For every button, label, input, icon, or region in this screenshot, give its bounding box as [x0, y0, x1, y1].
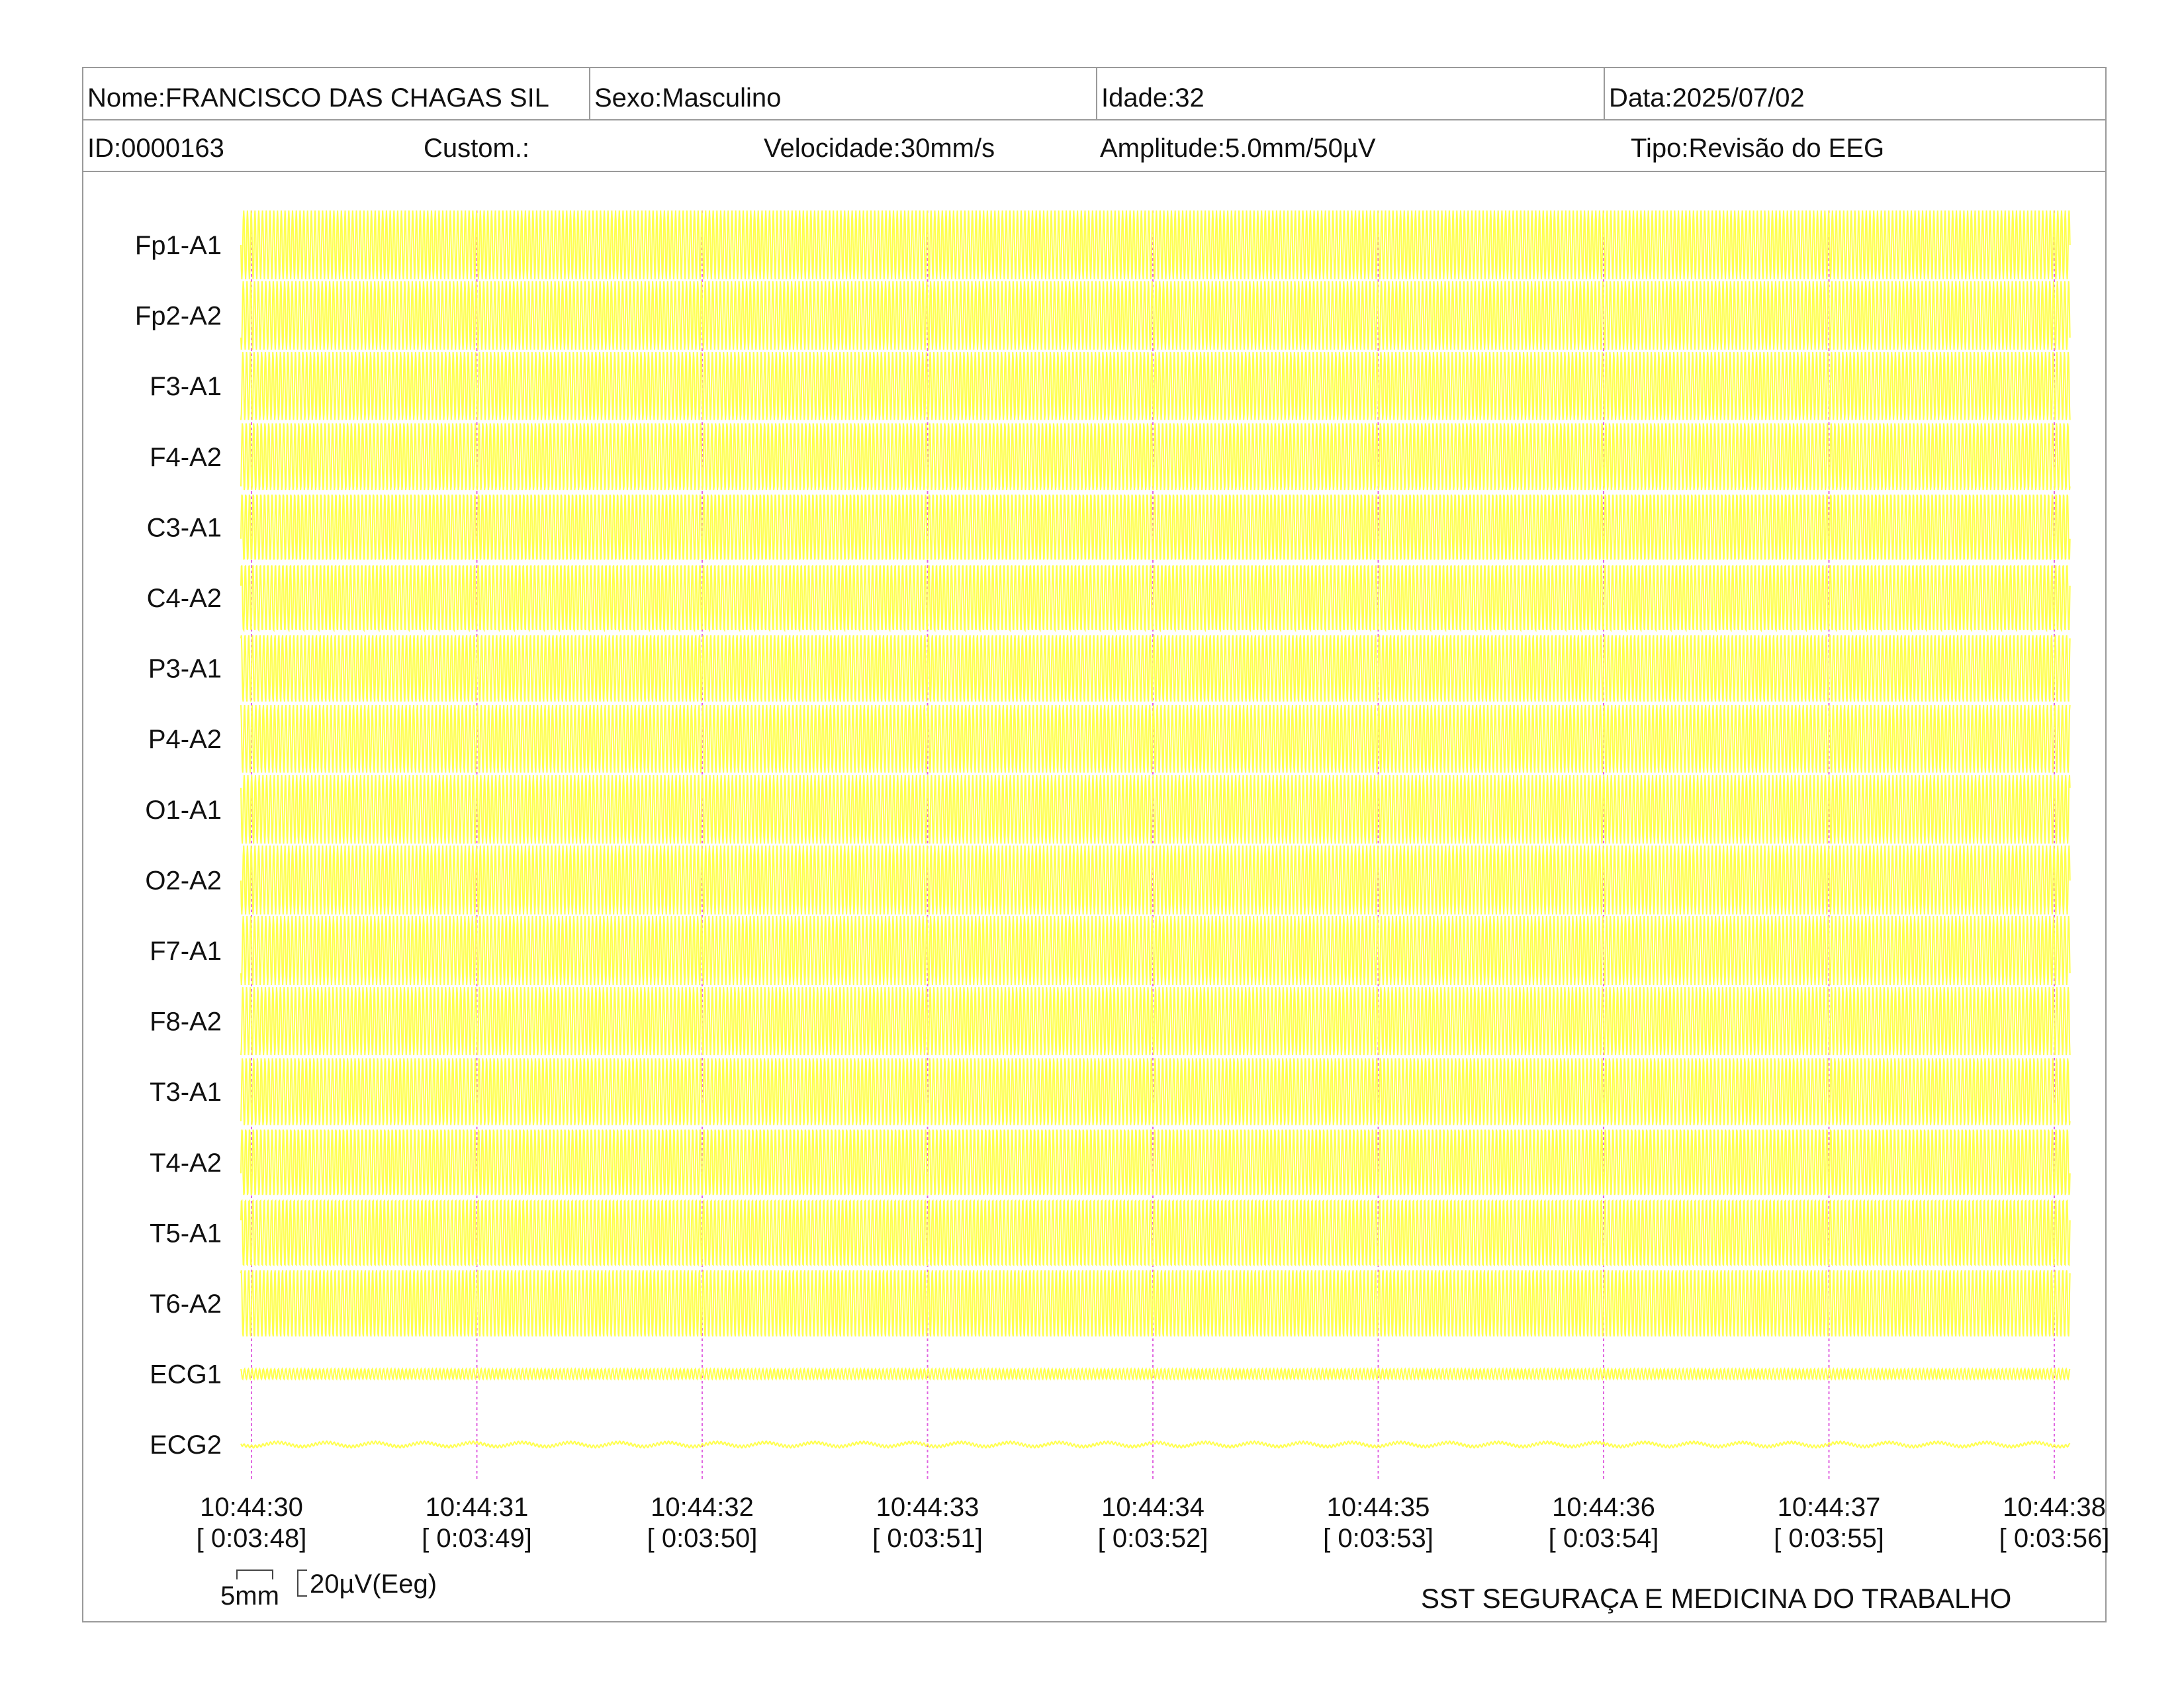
- channel-label: T6-A2: [150, 1289, 222, 1319]
- channel-label: F7-A1: [150, 937, 222, 966]
- time-tick-label: 10:44:31: [426, 1493, 529, 1522]
- scale-bar: 5mm 20µV(Eeg): [220, 1570, 437, 1611]
- trace-f8-a2: [240, 987, 2071, 1056]
- trace-t3-a1: [240, 1058, 2071, 1125]
- channel-label: C3-A1: [147, 513, 222, 542]
- channel-label: F8-A2: [150, 1008, 222, 1037]
- channel-label: P3-A1: [148, 655, 222, 684]
- amplitude-scale-label: 20µV(Eeg): [310, 1570, 437, 1599]
- time-tick-label: 10:44:30: [200, 1493, 303, 1522]
- trace-p4-a2: [240, 705, 2071, 773]
- elapsed-tick-label: [ 0:03:54]: [1549, 1524, 1659, 1553]
- trace-ecg1: [240, 1367, 2071, 1381]
- channel-label: ECG2: [150, 1430, 222, 1460]
- elapsed-tick-label: [ 0:03:51]: [872, 1524, 983, 1553]
- time-scale-bracket: [236, 1570, 273, 1579]
- channel-label: F4-A2: [150, 443, 222, 472]
- amplitude-scale-bracket: [297, 1570, 307, 1597]
- trace-ecg2: [240, 1440, 2071, 1449]
- channel-label: ECG1: [150, 1360, 222, 1389]
- trace-p3-a1: [240, 635, 2071, 702]
- time-tick-label: 10:44:32: [651, 1493, 754, 1522]
- trace-fp1-a1: [240, 210, 2071, 280]
- trace-c3-a1: [240, 494, 2071, 560]
- trace-t4-a2: [240, 1129, 2071, 1196]
- elapsed-tick-label: [ 0:03:53]: [1323, 1524, 1433, 1553]
- channel-label: T4-A2: [150, 1149, 222, 1178]
- time-tick-label: 10:44:35: [1327, 1493, 1430, 1522]
- trace-o2-a2: [240, 845, 2071, 915]
- trace-t5-a1: [240, 1199, 2071, 1267]
- channel-label: O1-A1: [145, 796, 222, 825]
- time-tick-label: 10:44:36: [1552, 1493, 1655, 1522]
- trace-f7-a1: [240, 916, 2071, 985]
- trace-f4-a2: [240, 423, 2071, 491]
- time-tick-label: 10:44:33: [876, 1493, 979, 1522]
- channel-label: F3-A1: [150, 372, 222, 401]
- company-name: SST SEGURAÇA E MEDICINA DO TRABALHO: [1421, 1583, 2012, 1614]
- trace-f3-a1: [240, 352, 2071, 420]
- time-tick-label: 10:44:37: [1778, 1493, 1881, 1522]
- channel-label: T5-A1: [150, 1219, 222, 1248]
- elapsed-tick-label: [ 0:03:49]: [422, 1524, 532, 1553]
- trace-o1-a1: [240, 775, 2071, 844]
- channel-label: T3-A1: [150, 1078, 222, 1107]
- elapsed-tick-label: [ 0:03:52]: [1098, 1524, 1208, 1553]
- channel-traces: [240, 210, 2071, 1449]
- time-tick-label: 10:44:34: [1101, 1493, 1205, 1522]
- trace-fp2-a2: [240, 281, 2071, 350]
- trace-c4-a2: [240, 565, 2071, 633]
- channel-label: Fp2-A2: [135, 302, 222, 331]
- elapsed-tick-label: [ 0:03:48]: [197, 1524, 307, 1553]
- trace-t6-a2: [240, 1270, 2071, 1336]
- time-scale-label: 5mm: [220, 1581, 279, 1611]
- channel-label: Fp1-A1: [135, 231, 222, 260]
- elapsed-tick-label: [ 0:03:50]: [647, 1524, 758, 1553]
- channel-label: O2-A2: [145, 866, 222, 895]
- time-tick-label: 10:44:38: [2003, 1493, 2106, 1522]
- channel-label: C4-A2: [147, 584, 222, 613]
- channel-labels: Fp1-A1 Fp2-A2 F3-A1 F4-A2 C3-A1 C4-A2 P3-A1 P4-…: [135, 231, 222, 1460]
- elapsed-tick-label: [ 0:03:55]: [1774, 1524, 1884, 1553]
- elapsed-tick-label: [ 0:03:56]: [1999, 1524, 2110, 1553]
- time-axis-labels: 10:44:30[ 0:03:48] 10:44:31[ 0:03:49] 10:4…: [197, 1493, 2110, 1553]
- eeg-waveform-chart: Fp1-A1 Fp2-A2 F3-A1 F4-A2 C3-A1 C4-A2 P3-A1 P4-…: [135, 210, 2110, 1611]
- channel-label: P4-A2: [148, 725, 222, 754]
